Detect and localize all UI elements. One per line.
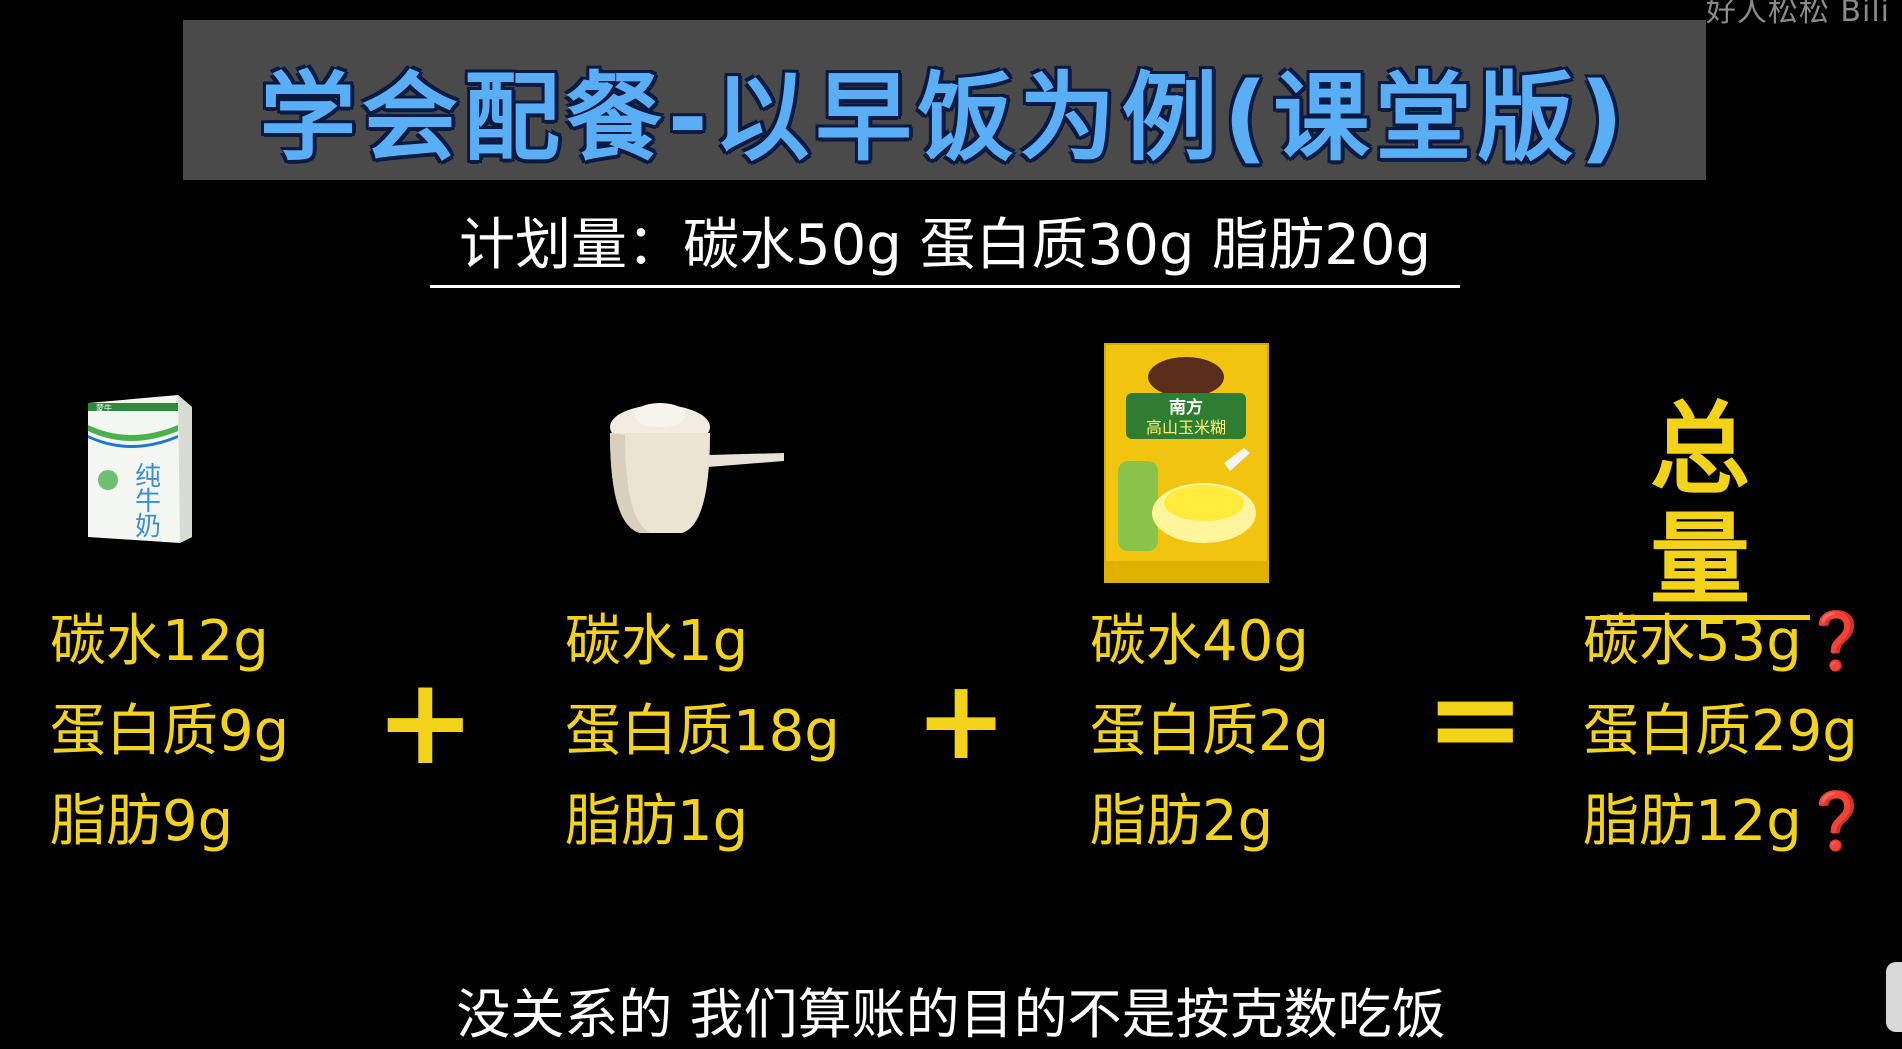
food-1-fat: 脂肪9g: [50, 789, 234, 854]
page-title: 学会配餐-以早饭为例(课堂版): [259, 62, 1630, 174]
side-handle[interactable]: [1886, 962, 1902, 1032]
protein-powder-scoop-icon: [610, 403, 784, 533]
corn-paste-bag-icon: 南方 高山玉米糊: [1104, 343, 1269, 583]
video-subtitle: 没关系的 我们算账的目的不是按克数吃饭: [456, 983, 1446, 1046]
food-3-nutrition: 碳水40g 蛋白质2g 脂肪2g: [1090, 597, 1329, 867]
food-2-protein: 蛋白质18g: [565, 699, 840, 764]
food-2-nutrition: 碳水1g 蛋白质18g 脂肪1g: [565, 597, 840, 867]
title-banner: 学会配餐-以早饭为例(课堂版): [183, 20, 1706, 180]
svg-text:奶: 奶: [135, 512, 161, 542]
food-2-fat: 脂肪1g: [565, 789, 749, 854]
food-1-carb: 碳水12g: [50, 609, 269, 674]
question-mark-icon: ❓: [1801, 609, 1872, 674]
total-fat: 脂肪12g: [1583, 789, 1802, 854]
question-mark-icon: ❓: [1801, 789, 1872, 854]
food-2-carb: 碳水1g: [565, 609, 749, 674]
svg-text:蒙牛: 蒙牛: [96, 403, 112, 413]
food-1-protein: 蛋白质9g: [50, 699, 290, 764]
milk-carton-icon: 纯 牛 奶 蒙牛: [88, 395, 192, 543]
food-1-nutrition: 碳水12g 蛋白质9g 脂肪9g: [50, 597, 289, 867]
plan-amount: 计划量：碳水50g 蛋白质30g 脂肪20g: [430, 200, 1460, 288]
food-3-protein: 蛋白质2g: [1090, 699, 1330, 764]
plus-sign: +: [375, 653, 476, 792]
total-fat-row: 脂肪12g❓: [1583, 777, 1872, 867]
plus-sign: +: [915, 656, 1008, 784]
total-nutrition: 碳水53g❓ 蛋白质29g 脂肪12g❓: [1583, 597, 1872, 867]
equals-sign: =: [1425, 650, 1526, 789]
food-3-carb: 碳水40g: [1090, 609, 1309, 674]
watermark: 好人松松 Bili: [1705, 0, 1890, 29]
svg-text:南方: 南方: [1169, 397, 1203, 418]
total-title: 总量: [1600, 395, 1810, 620]
total-protein: 蛋白质29g: [1583, 699, 1858, 764]
svg-text:高山玉米糊: 高山玉米糊: [1146, 418, 1226, 437]
food-3-fat: 脂肪2g: [1090, 789, 1274, 854]
